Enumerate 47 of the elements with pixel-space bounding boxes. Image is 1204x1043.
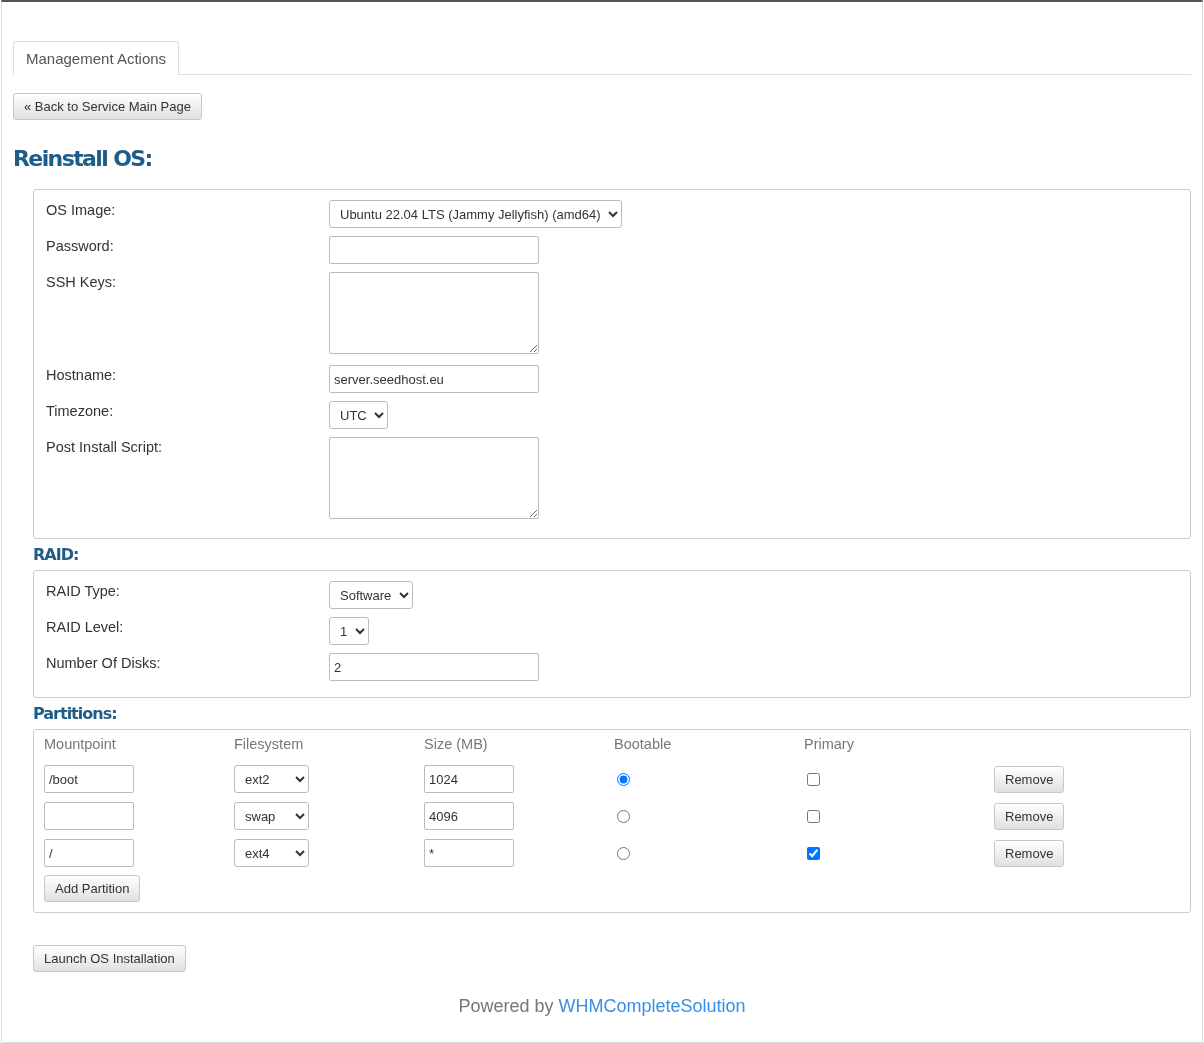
section-title: Partitions: [33, 704, 118, 723]
page-title: Reinstall OS: [13, 146, 153, 171]
input-field[interactable]: server.seedhost.eu [329, 365, 539, 393]
mountpoint-field[interactable] [44, 802, 134, 830]
filesystem-select[interactable]: swap [234, 802, 309, 830]
mountpoint-field[interactable]: /boot [44, 765, 134, 793]
dropdown-select[interactable]: Ubuntu 22.04 LTS (Jammy Jellyfish) (amd64) [329, 200, 622, 228]
dropdown-select[interactable]: Software [329, 581, 413, 609]
footer-text: Powered by WHMCompleteSolution [457, 996, 747, 1017]
remove-button[interactable]: Remove [994, 802, 1065, 830]
remove-button[interactable]: Remove [994, 765, 1065, 793]
input-field[interactable]: 2 [329, 653, 539, 681]
dropdown-select[interactable]: 1 [329, 617, 369, 645]
dropdown-select[interactable]: UTC [329, 401, 388, 429]
launch-button[interactable]: Launch OS Installation [33, 945, 186, 972]
column-header: Filesystem [234, 736, 305, 754]
size-field[interactable]: 1024 [424, 765, 514, 793]
size-field[interactable]: * [424, 839, 514, 867]
primary-checkbox[interactable] [807, 809, 820, 823]
bootable-radio[interactable] [617, 772, 630, 786]
field-label: Password: [46, 237, 115, 254]
column-header: Mountpoint [44, 736, 117, 754]
remove-button[interactable]: Remove [994, 839, 1065, 867]
column-header: Bootable [614, 736, 673, 754]
back-button[interactable]: « Back to Service Main Page [13, 93, 202, 120]
field-label: SSH Keys: [46, 273, 118, 290]
add-partition-button[interactable]: Add Partition [44, 875, 141, 902]
field-label: RAID Level: [46, 618, 125, 635]
filesystem-select[interactable]: ext4 [234, 839, 309, 867]
column-header: Primary [804, 736, 855, 754]
mountpoint-field[interactable]: / [44, 839, 134, 867]
field-label: Number Of Disks: [46, 654, 162, 671]
tab[interactable]: Management Actions [13, 41, 180, 75]
primary-checkbox[interactable] [807, 846, 820, 860]
size-field[interactable]: 4096 [424, 802, 514, 830]
field-label: RAID Type: [46, 582, 121, 599]
primary-checkbox[interactable] [807, 772, 820, 786]
field-label: Timezone: [46, 402, 115, 419]
bootable-radio[interactable] [617, 809, 630, 823]
filesystem-select[interactable]: ext2 [234, 765, 309, 793]
bootable-radio[interactable] [617, 846, 630, 860]
column-header: Size (MB) [424, 736, 489, 754]
input-field[interactable] [329, 236, 539, 264]
field-label: Post Install Script: [46, 438, 164, 455]
section-title: RAID: [33, 545, 80, 564]
field-label: OS Image: [46, 201, 117, 218]
field-label: Hostname: [46, 366, 118, 383]
